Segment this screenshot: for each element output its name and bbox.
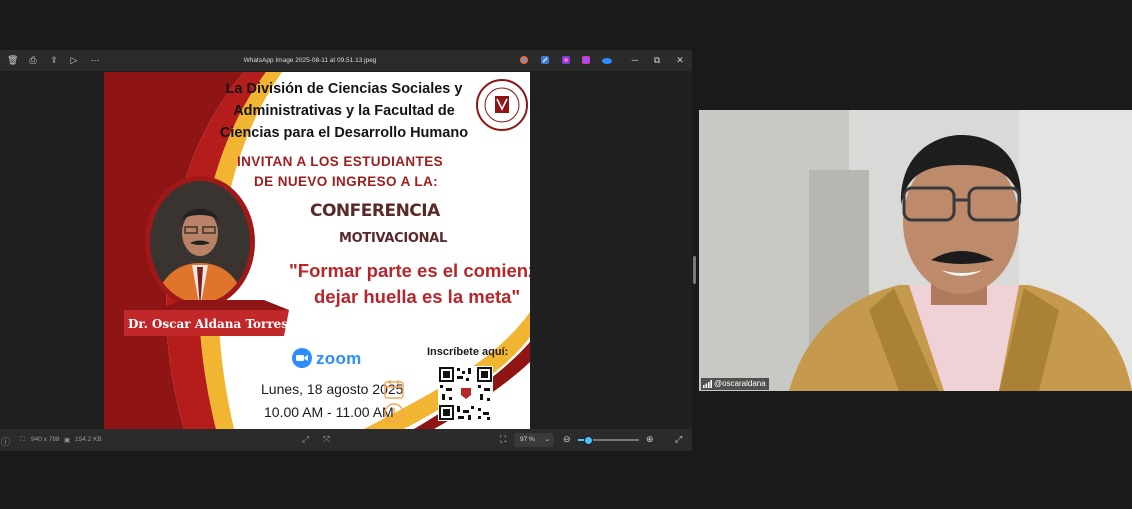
participant-video-tile[interactable]: @oscaraldana <box>699 110 1132 391</box>
file-size-icon: ▣ <box>64 437 71 444</box>
viewer-titlebar: 🗑 ⎙ ⇪ ▷ ⋯ WhatsApp Image 2025-08-11 at 0… <box>0 50 692 71</box>
zoom-slider-track[interactable] <box>578 436 639 445</box>
zoom-slider-thumb[interactable] <box>583 436 593 445</box>
invite-line-2: DE NUEVO INGRESO A LA: <box>254 174 439 189</box>
designer-icon[interactable] <box>581 55 591 65</box>
event-flyer: La División de Ciencias Sociales y Admin… <box>104 72 530 429</box>
zoom-wordmark: zoom <box>316 349 362 368</box>
clock-icon <box>384 403 404 423</box>
minimize-button[interactable]: ─ <box>630 55 640 65</box>
quote-line-2: dejar huella es la meta" <box>314 286 521 307</box>
close-button[interactable]: ✕ <box>675 55 685 65</box>
university-seal <box>476 79 528 131</box>
photo-viewer-window: 🗑 ⎙ ⇪ ▷ ⋯ WhatsApp Image 2025-08-11 at 0… <box>0 50 696 451</box>
onedrive-icon[interactable] <box>601 55 612 65</box>
scrollbar-thumb[interactable] <box>693 256 696 284</box>
participant-video-feed <box>699 110 1132 391</box>
restore-button[interactable]: ⧉ <box>652 55 662 65</box>
speaker-photo <box>145 176 255 308</box>
motivational-title: MOTIVACIONAL <box>339 231 447 246</box>
zoom-level-select[interactable]: 97 % ⌄ <box>514 433 554 447</box>
registration-qr-code[interactable] <box>438 366 493 421</box>
image-stage: La División de Ciencias Sociales y Admin… <box>0 71 696 429</box>
register-label: Inscríbete aquí: <box>427 346 509 358</box>
resolution-icon: ⛶ <box>20 436 25 443</box>
zoom-level: 97 % <box>520 436 535 443</box>
invite-line-1: INVITAN A LOS ESTUDIANTES <box>237 154 444 169</box>
fit-to-window-icon[interactable]: ⤢ <box>302 434 309 445</box>
expand-icon[interactable]: ⤢ <box>675 434 682 445</box>
participant-name: @oscaraldana <box>714 379 766 388</box>
zoom-out-icon[interactable]: ⊖ <box>563 434 571 445</box>
info-icon[interactable]: ⓘ <box>1 435 10 448</box>
flyer-header: La División de Ciencias Sociales y Admin… <box>219 81 469 141</box>
image-dimensions: 940 x 788 <box>31 436 60 443</box>
zoom-icon <box>292 348 312 368</box>
edit-icon[interactable] <box>540 55 550 65</box>
viewer-statusbar: ⓘ ⛶ 940 x 788 ▣ 154.2 KB ⤢ ⤧ ⛶ 97 % ⌄ ⊖ … <box>0 429 692 451</box>
clipchamp-icon[interactable] <box>561 55 571 65</box>
speaker-name: Dr. Oscar Aldana Torres <box>127 317 289 331</box>
chevron-down-icon: ⌄ <box>544 436 550 443</box>
conference-title: CONFERENCIA <box>310 201 440 221</box>
participant-name-tag: @oscaraldana <box>701 378 769 390</box>
quote-line-1: "Formar parte es el comienzo, <box>289 260 530 281</box>
actual-size-icon[interactable]: ⤧ <box>323 434 330 445</box>
fullscreen-icon[interactable]: ⛶ <box>500 434 506 445</box>
copilot-icon[interactable] <box>519 55 529 65</box>
signal-strength-icon <box>703 379 712 388</box>
event-time: 10.00 AM - 11.00 AM <box>264 404 394 420</box>
calendar-icon <box>384 380 404 399</box>
file-size: 154.2 KB <box>75 436 102 443</box>
zoom-in-icon[interactable]: ⊕ <box>646 434 654 445</box>
